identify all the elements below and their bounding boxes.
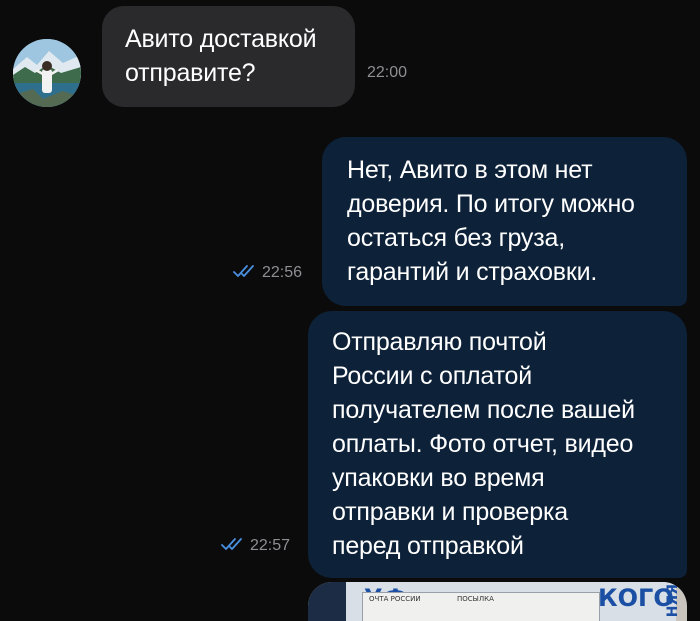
timestamp-text: 22:57: [250, 537, 291, 554]
message-bubble-incoming[interactable]: Авито доставкой отправите?: [102, 6, 355, 107]
message-bubble-outgoing[interactable]: Нет, Авито в этом нет доверия. По итогу …: [322, 137, 687, 306]
label-type: ПОСЫЛКА: [457, 595, 494, 603]
message-text-line: Авито доставкой: [125, 25, 317, 53]
double-check-icon: [233, 265, 254, 277]
message-timestamp: 22:57: [221, 537, 290, 555]
side-tape-text: НЯЯ: [665, 584, 681, 618]
message-text-line: упаковки во время: [332, 464, 545, 492]
double-check-icon: [221, 538, 242, 550]
message-text-line: гарантий и страховки.: [347, 258, 598, 286]
message-text-line: остаться без груза,: [347, 224, 565, 252]
message-text-line: отправки и проверка: [332, 498, 568, 526]
message-text-line: доверия. По итогу можно: [347, 190, 635, 218]
timestamp-text: 22:00: [367, 64, 408, 81]
chat-area: Авито доставкой отправите? 22:00 Нет, Ав…: [0, 0, 700, 621]
message-text-line: перед отправкой: [332, 532, 524, 560]
contact-avatar[interactable]: [13, 39, 81, 107]
tape-text-end: КОГО: [598, 584, 674, 612]
photo-message[interactable]: УФ ОЧТА РОССИИ ПОСЫЛКА КОГО НЯЯ: [308, 582, 687, 621]
message-text-line: получателем после вашей: [332, 396, 635, 424]
message-timestamp: 22:00: [367, 64, 407, 82]
label-sender: ОЧТА РОССИИ: [369, 595, 421, 603]
message-text-line: Нет, Авито в этом нет: [347, 156, 593, 184]
parcel-label: ОЧТА РОССИИ ПОСЫЛКА: [362, 592, 600, 621]
photo-edge: [308, 582, 346, 621]
avatar-image: [13, 39, 81, 107]
message-bubble-outgoing[interactable]: Отправляю почтой России с оплатой получа…: [308, 311, 687, 578]
message-text-line: России с оплатой: [332, 362, 533, 390]
message-text-line: Отправляю почтой: [332, 328, 547, 356]
message-text-line: оплаты. Фото отчет, видео: [332, 430, 634, 458]
message-timestamp: 22:56: [233, 264, 302, 282]
timestamp-text: 22:56: [262, 264, 303, 281]
message-text-line: отправите?: [125, 59, 256, 87]
